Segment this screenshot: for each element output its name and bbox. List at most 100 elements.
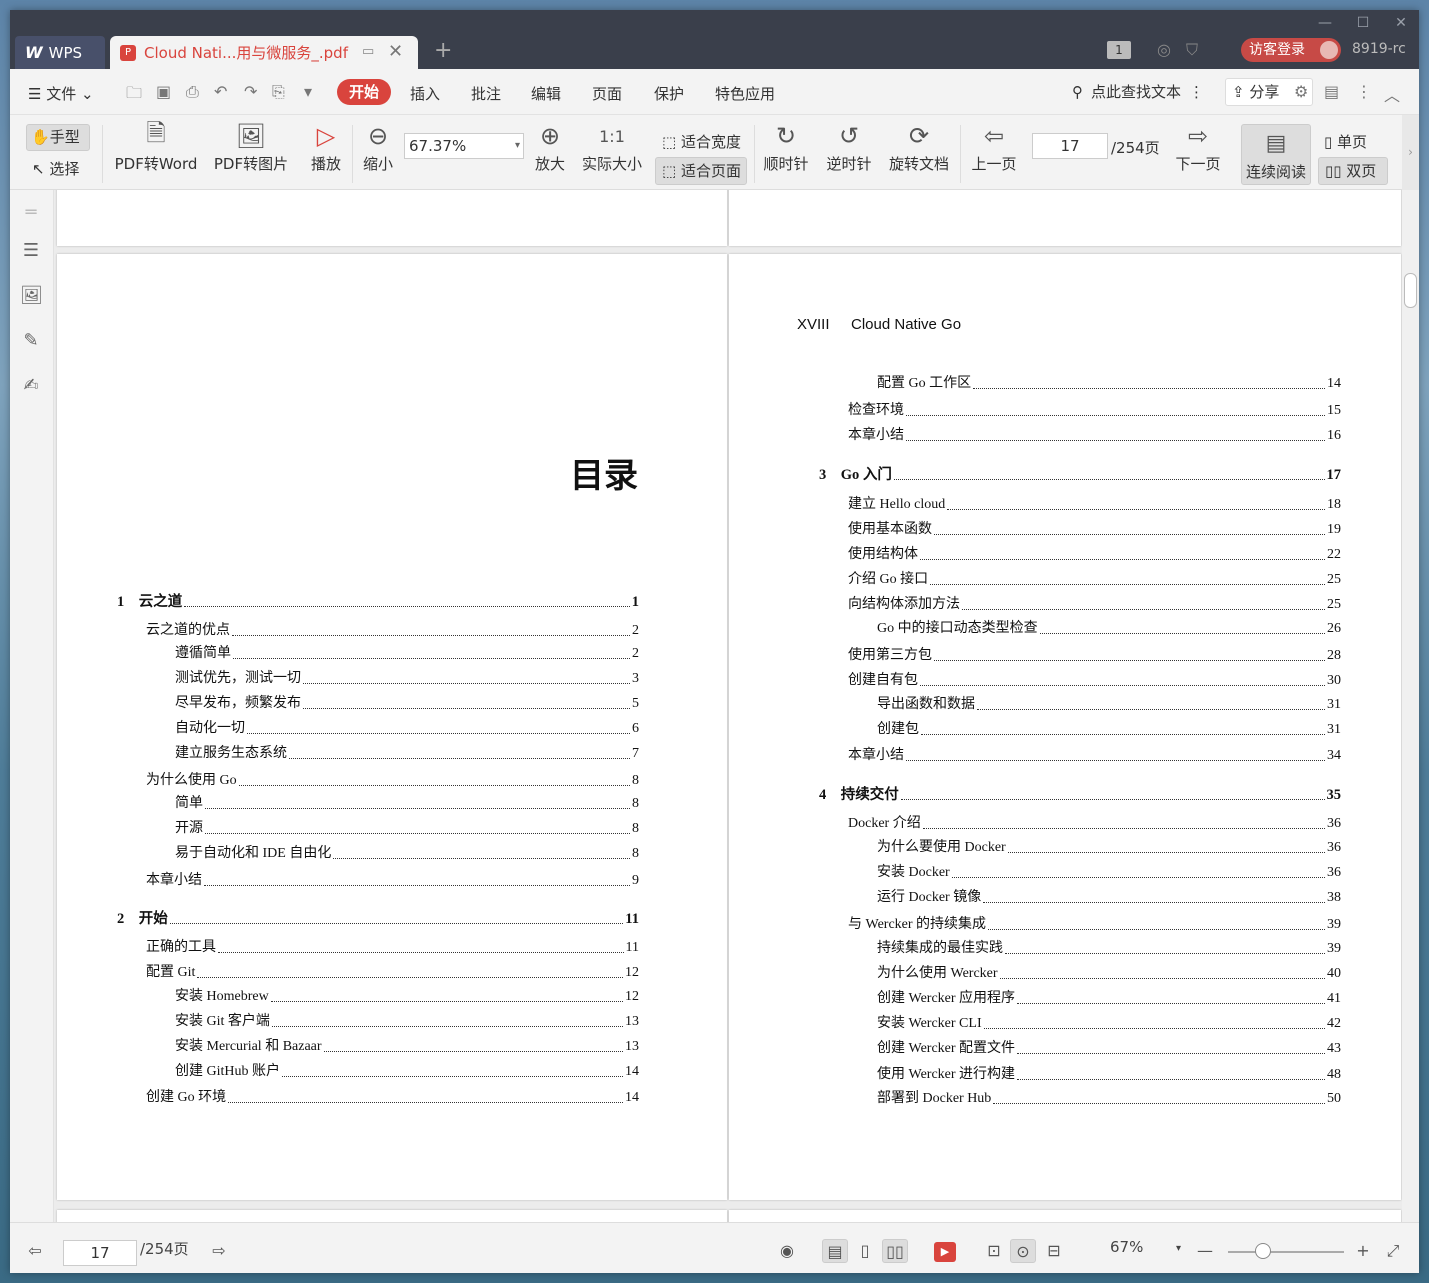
toc-entry[interactable]: 创建 Wercker 应用程序 41 [877, 990, 1341, 1008]
toc-entry[interactable]: 与 Wercker 的持续集成 39 [848, 916, 1341, 934]
toc-entry[interactable]: 向结构体添加方法 25 [848, 596, 1341, 614]
toc-entry[interactable]: 4 持续交付 35 [819, 786, 1341, 804]
double-page-button[interactable]: ▯▯ 双页 [1318, 157, 1388, 185]
zoom-out-button[interactable]: ⊖ 缩小 [358, 119, 398, 174]
continuous-view-icon[interactable]: ▤ [822, 1239, 848, 1263]
shirt-icon[interactable]: ⛉ [1186, 40, 1198, 60]
wps-home-tab[interactable]: W WPS [15, 36, 105, 69]
toc-entry[interactable]: 自动化一切 6 [175, 720, 639, 738]
toc-entry[interactable]: 为什么使用 Wercker 40 [877, 965, 1341, 983]
toc-entry[interactable]: 简单 8 [175, 795, 639, 813]
toc-entry[interactable]: 部署到 Docker Hub 50 [877, 1090, 1341, 1108]
zoom-out-icon[interactable]: — [1192, 1239, 1218, 1263]
toc-entry[interactable]: 使用第三方包 28 [848, 647, 1341, 665]
guest-login-button[interactable]: 访客登录 [1241, 38, 1341, 62]
toc-entry[interactable]: 尽早发布，频繁发布 5 [175, 695, 639, 713]
toc-entry[interactable]: 创建包 31 [877, 721, 1341, 739]
rotate-document-button[interactable]: ⟳ 旋转文档 [886, 119, 952, 174]
toc-entry[interactable]: 1 云之道 1 [117, 593, 639, 611]
toc-entry[interactable]: 检查环境 15 [848, 402, 1341, 420]
toc-entry[interactable]: 本章小结 9 [146, 872, 639, 890]
zoom-in-icon[interactable]: + [1350, 1239, 1376, 1263]
toc-entry[interactable]: 本章小结 16 [848, 427, 1341, 445]
open-folder-icon[interactable]: 🗀 [126, 82, 142, 109]
toc-entry[interactable]: 测试优先，测试一切 3 [175, 670, 639, 688]
toc-entry[interactable]: 创建自有包 30 [848, 672, 1341, 690]
document-tab[interactable]: P Cloud Nati...用与微服务_.pdf ▭ ✕ [110, 36, 418, 69]
toc-entry[interactable]: 本章小结 34 [848, 747, 1341, 765]
export-icon[interactable]: ⎘ [272, 82, 285, 102]
tab-start[interactable]: 开始 [337, 79, 391, 105]
new-tab-button[interactable]: + [434, 38, 452, 63]
signature-icon[interactable]: ✍ [20, 375, 42, 397]
close-window-button[interactable]: ✕ [1383, 12, 1419, 34]
zoom-slider-handle[interactable] [1255, 1243, 1271, 1259]
fit-page-icon[interactable]: ⊙ [1010, 1239, 1036, 1263]
next-page-icon[interactable]: ⇨ [206, 1239, 232, 1263]
more-icon[interactable]: ⋮ [1356, 82, 1372, 101]
collapse-ribbon-icon[interactable]: ︿ [1384, 82, 1400, 106]
toc-entry[interactable]: 安装 Docker 36 [877, 864, 1341, 882]
eye-protection-icon[interactable]: ◉ [774, 1239, 800, 1263]
select-tool-button[interactable]: ↖ 选择 [32, 158, 79, 179]
toc-entry[interactable]: 安装 Homebrew 12 [175, 988, 639, 1006]
toc-entry[interactable]: 3 Go 入门 17 [819, 466, 1341, 484]
toc-entry[interactable]: 介绍 Go 接口 25 [848, 571, 1341, 589]
window-count-badge[interactable]: 1 [1107, 41, 1131, 59]
scrollbar-thumb[interactable] [1404, 273, 1417, 308]
page-number-input[interactable]: 17 [1032, 133, 1108, 159]
toc-entry[interactable]: 建立服务生态系统 7 [175, 745, 639, 763]
toc-entry[interactable]: 配置 Go 工作区 14 [877, 375, 1341, 393]
toc-entry[interactable]: 正确的工具 11 [146, 939, 639, 957]
toc-entry[interactable]: 导出函数和数据 31 [877, 696, 1341, 714]
toc-entry[interactable]: 创建 Wercker 配置文件 43 [877, 1040, 1341, 1058]
toc-entry[interactable]: 创建 Go 环境 14 [146, 1089, 639, 1107]
toc-entry[interactable]: 2 开始 11 [117, 910, 639, 928]
toc-entry[interactable]: 创建 GitHub 账户 14 [175, 1063, 639, 1081]
toc-entry[interactable]: 使用结构体 22 [848, 546, 1341, 564]
zoom-level-select[interactable]: 67.37% ▾ [404, 133, 524, 159]
status-page-input[interactable]: 17 [63, 1240, 137, 1266]
single-page-button[interactable]: ▯ 单页 [1320, 129, 1390, 155]
hand-tool-button[interactable]: ✋手型 [26, 124, 90, 151]
fit-page-button[interactable]: ⬚ 适合页面 [655, 157, 747, 185]
next-page-button[interactable]: ⇨ 下一页 [1172, 119, 1224, 174]
toc-entry[interactable]: 为什么要使用 Docker 36 [877, 839, 1341, 857]
toc-entry[interactable]: 遵循简单 2 [175, 645, 639, 663]
toc-entry[interactable]: 为什么使用 Go 8 [146, 772, 639, 790]
actual-size-icon[interactable]: ⊡ [981, 1239, 1007, 1263]
annotation-icon[interactable]: ✎ [20, 330, 42, 352]
document-viewer[interactable]: 目录 1 云之道 1 云之道的优点 2 遵循简单 2 测试优先，测试一切 3 尽早发布，频繁发布… [54, 190, 1402, 1222]
outline-icon[interactable]: ☰ [20, 240, 42, 262]
ribbon-scroll-right[interactable]: › [1402, 115, 1419, 190]
slideshow-play-icon[interactable]: ▶ [934, 1242, 956, 1262]
settings-icon[interactable]: ⚙ [1294, 82, 1308, 101]
single-view-icon[interactable]: ▯ [852, 1239, 878, 1263]
actual-size-button[interactable]: 1:1 实际大小 [580, 119, 644, 174]
find-text-box[interactable]: ⚲ 点此查找文本 ⋮ [1072, 81, 1204, 102]
play-button[interactable]: ▷ 播放 [306, 119, 346, 174]
undo-icon[interactable]: ↶ [214, 82, 227, 101]
toc-entry[interactable]: 使用 Wercker 进行构建 48 [877, 1066, 1341, 1084]
toc-entry[interactable]: 配置 Git 12 [146, 964, 639, 982]
pdf-to-word-button[interactable]: 🗎 PDF转Word [112, 119, 200, 174]
tab-insert[interactable]: 插入 [410, 83, 440, 104]
zoom-in-button[interactable]: ⊕ 放大 [530, 119, 570, 174]
rotate-clockwise-button[interactable]: ↻ 顺时针 [760, 119, 812, 174]
toc-entry[interactable]: 安装 Mercurial 和 Bazaar 13 [175, 1038, 639, 1056]
toc-entry[interactable]: Go 中的接口动态类型检查 26 [877, 620, 1341, 638]
pdf-to-image-button[interactable]: 🖼 PDF转图片 [212, 119, 290, 174]
tab-edit[interactable]: 编辑 [531, 83, 561, 104]
toc-entry[interactable]: 安装 Wercker CLI 42 [877, 1015, 1341, 1033]
previous-page-button[interactable]: ⇦ 上一页 [968, 119, 1020, 174]
double-view-icon[interactable]: ▯▯ [882, 1239, 908, 1263]
redo-icon[interactable]: ↷ [244, 82, 257, 101]
toc-entry[interactable]: 建立 Hello cloud 18 [848, 496, 1341, 514]
toc-entry[interactable]: 运行 Docker 镜像 38 [877, 889, 1341, 907]
rotate-counterclockwise-button[interactable]: ↺ 逆时针 [823, 119, 875, 174]
toc-entry[interactable]: 云之道的优点 2 [146, 622, 639, 640]
tab-page[interactable]: 页面 [592, 83, 622, 104]
zoom-slider[interactable] [1228, 1251, 1344, 1253]
continuous-reading-button[interactable]: ▤ 连续阅读 [1241, 124, 1311, 185]
zoom-percentage[interactable]: 67% [1110, 1238, 1143, 1256]
